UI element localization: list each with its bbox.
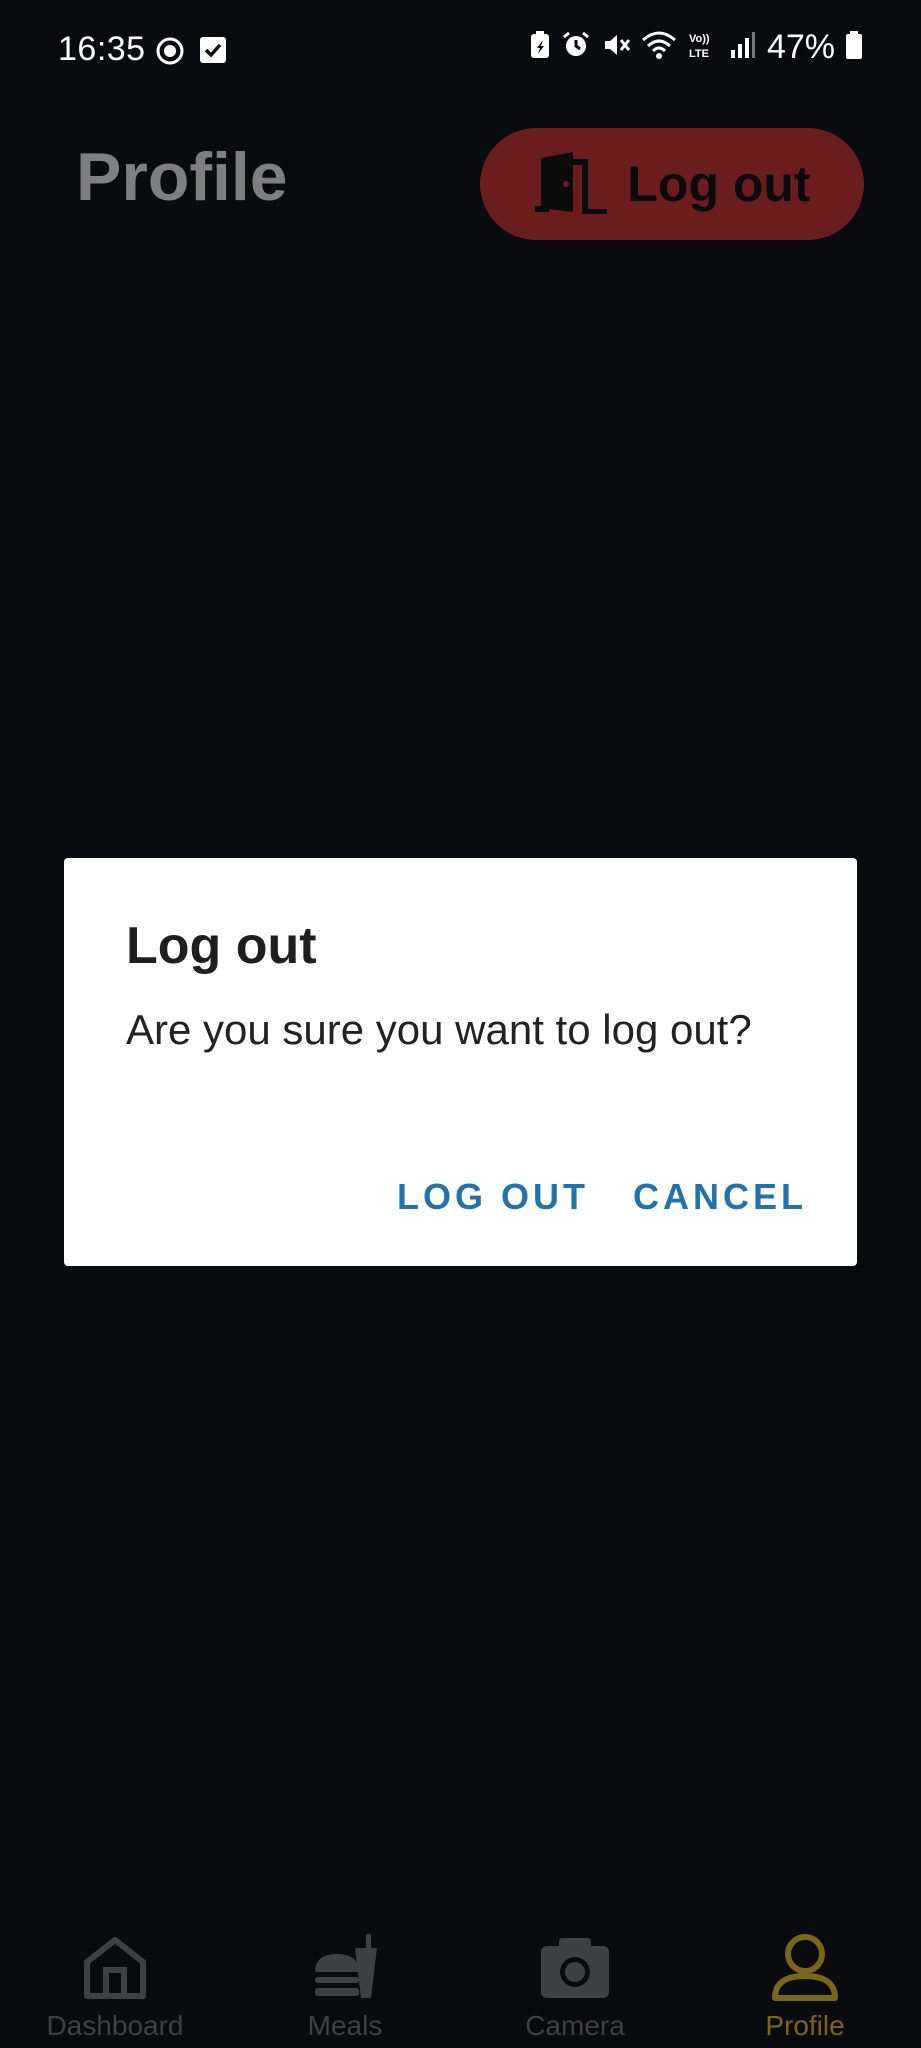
status-left-icons xyxy=(155,36,227,71)
nav-item-meals[interactable]: Meals xyxy=(245,1900,445,2048)
nav-item-dashboard[interactable]: Dashboard xyxy=(15,1900,215,2048)
nav-label-dashboard: Dashboard xyxy=(46,2010,184,2041)
cancel-button[interactable]: CANCEL xyxy=(633,1176,807,1218)
data-saver-icon xyxy=(155,36,185,71)
nav-label-profile: Profile xyxy=(765,2010,845,2041)
svg-text:Vo)): Vo)) xyxy=(689,33,710,45)
meals-icon xyxy=(309,1932,381,2004)
profile-icon xyxy=(769,1932,841,2004)
screen: 16:35 Vo)) LTE 47% Profile Log out Log o… xyxy=(0,0,921,2048)
logout-button-label: Log out xyxy=(627,156,811,212)
dialog-message: Are you sure you want to log out? xyxy=(126,1006,752,1053)
svg-text:LTE: LTE xyxy=(689,48,709,60)
battery-percentage: 47% xyxy=(766,28,835,66)
dialog-title: Log out xyxy=(126,917,317,975)
check-box-icon xyxy=(199,36,227,71)
status-right: Vo)) LTE 47% xyxy=(529,28,863,67)
signal-icon xyxy=(729,30,757,65)
mute-icon xyxy=(601,30,631,65)
bottom-nav: Dashboard Meals Camera Profile xyxy=(0,1900,921,2048)
nav-item-camera[interactable]: Camera xyxy=(475,1900,675,2048)
home-icon xyxy=(79,1932,151,2004)
dialog-actions: LOG OUT CANCEL xyxy=(397,1176,807,1218)
page-title: Profile xyxy=(76,139,288,215)
wifi-icon xyxy=(641,30,677,65)
status-bar: 16:35 Vo)) LTE 47% xyxy=(0,0,921,104)
volte-icon: Vo)) LTE xyxy=(687,30,719,65)
battery-icon xyxy=(845,30,863,65)
logout-dialog: Log out Are you sure you want to log out… xyxy=(64,858,857,1266)
alarm-icon xyxy=(561,30,591,65)
logout-button[interactable]: Log out xyxy=(480,128,864,240)
nav-label-meals: Meals xyxy=(307,2010,383,2041)
status-time: 16:35 xyxy=(58,30,146,68)
confirm-logout-button[interactable]: LOG OUT xyxy=(397,1176,589,1218)
camera-icon xyxy=(539,1932,611,2004)
door-icon xyxy=(533,150,611,219)
nav-label-camera: Camera xyxy=(525,2010,625,2041)
nav-item-profile[interactable]: Profile xyxy=(705,1900,905,2048)
battery-saver-icon xyxy=(529,30,551,65)
